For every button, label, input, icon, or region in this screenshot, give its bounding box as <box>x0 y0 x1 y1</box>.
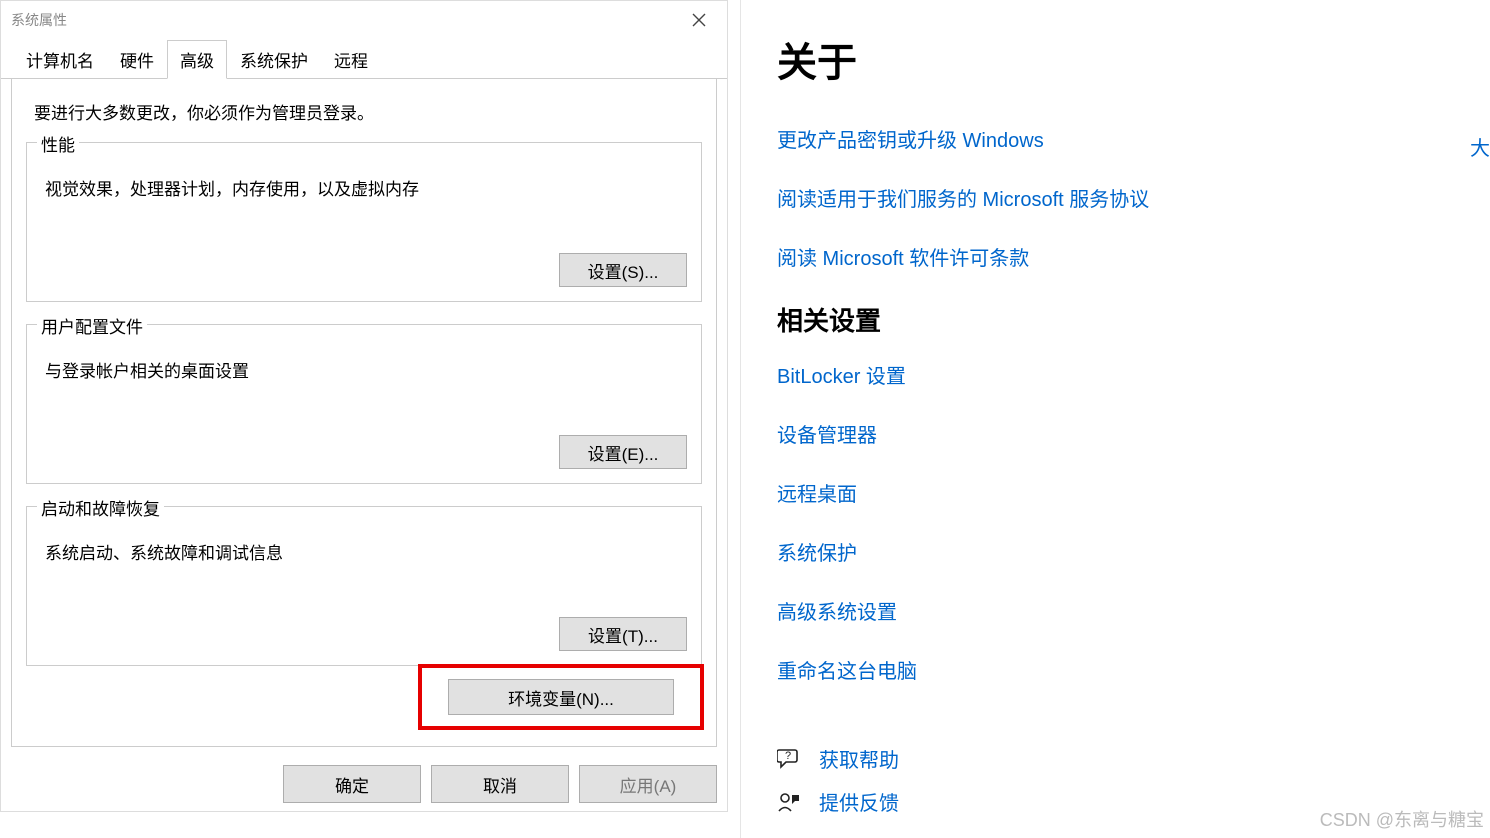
startup-recovery-desc: 系统启动、系统故障和调试信息 <box>45 539 687 564</box>
environment-variables-button[interactable]: 环境变量(N)... <box>448 679 674 715</box>
link-license-terms[interactable]: 阅读 Microsoft 软件许可条款 <box>777 242 1490 271</box>
titlebar: 系统属性 <box>1 1 727 39</box>
performance-group: 性能 视觉效果，处理器计划，内存使用，以及虚拟内存 设置(S)... <box>26 142 702 302</box>
link-remote-desktop[interactable]: 远程桌面 <box>777 478 1490 507</box>
user-profiles-group: 用户配置文件 与登录帐户相关的桌面设置 设置(E)... <box>26 324 702 484</box>
startup-recovery-group: 启动和故障恢复 系统启动、系统故障和调试信息 设置(T)... <box>26 506 702 666</box>
ok-button[interactable]: 确定 <box>283 765 421 803</box>
tab-remote[interactable]: 远程 <box>321 40 381 79</box>
apply-button[interactable]: 应用(A) <box>579 765 717 803</box>
tab-advanced[interactable]: 高级 <box>167 40 227 79</box>
help-icon: ? <box>777 747 801 771</box>
env-variables-highlight: 环境变量(N)... <box>418 664 704 730</box>
admin-notice: 要进行大多数更改，你必须作为管理员登录。 <box>34 99 702 124</box>
link-services-agreement[interactable]: 阅读适用于我们服务的 Microsoft 服务协议 <box>777 183 1490 212</box>
tab-computer-name[interactable]: 计算机名 <box>13 40 107 79</box>
get-help-link[interactable]: 获取帮助 <box>819 744 899 773</box>
system-properties-dialog: 系统属性 计算机名 硬件 高级 系统保护 远程 要进行大多数更改，你必须作为管理… <box>0 0 728 812</box>
user-profiles-settings-button[interactable]: 设置(E)... <box>559 435 687 469</box>
close-button[interactable] <box>681 2 717 38</box>
dialog-title: 系统属性 <box>11 10 67 30</box>
tab-system-protection[interactable]: 系统保护 <box>227 40 321 79</box>
performance-settings-button[interactable]: 设置(S)... <box>559 253 687 287</box>
performance-desc: 视觉效果，处理器计划，内存使用，以及虚拟内存 <box>45 175 687 200</box>
feedback-icon <box>777 790 801 814</box>
cut-off-text: 大 <box>1470 132 1490 161</box>
watermark: CSDN @东离与糖宝 <box>1320 806 1484 832</box>
link-change-product-key[interactable]: 更改产品密钥或升级 Windows <box>777 124 1490 153</box>
close-icon <box>692 13 706 27</box>
user-profiles-desc: 与登录帐户相关的桌面设置 <box>45 357 687 382</box>
about-heading: 关于 <box>777 30 1490 88</box>
tab-body: 要进行大多数更改，你必须作为管理员登录。 性能 视觉效果，处理器计划，内存使用，… <box>11 79 717 747</box>
startup-recovery-settings-button[interactable]: 设置(T)... <box>559 617 687 651</box>
settings-about-page: 关于 更改产品密钥或升级 Windows 阅读适用于我们服务的 Microsof… <box>740 0 1490 838</box>
related-settings-heading: 相关设置 <box>777 301 1490 338</box>
user-profiles-legend: 用户配置文件 <box>37 313 147 338</box>
link-rename-pc[interactable]: 重命名这台电脑 <box>777 655 1490 684</box>
startup-recovery-legend: 启动和故障恢复 <box>37 495 164 520</box>
dialog-footer: 确定 取消 应用(A) <box>283 765 717 803</box>
link-system-protection[interactable]: 系统保护 <box>777 537 1490 566</box>
cancel-button[interactable]: 取消 <box>431 765 569 803</box>
svg-text:?: ? <box>785 750 791 762</box>
link-bitlocker[interactable]: BitLocker 设置 <box>777 360 1490 389</box>
tab-row: 计算机名 硬件 高级 系统保护 远程 <box>1 39 727 79</box>
link-advanced-system-settings[interactable]: 高级系统设置 <box>777 596 1490 625</box>
get-help-row[interactable]: ? 获取帮助 <box>777 744 1490 773</box>
feedback-link[interactable]: 提供反馈 <box>819 787 899 816</box>
performance-legend: 性能 <box>37 131 79 156</box>
tab-hardware[interactable]: 硬件 <box>107 40 167 79</box>
link-device-manager[interactable]: 设备管理器 <box>777 419 1490 448</box>
